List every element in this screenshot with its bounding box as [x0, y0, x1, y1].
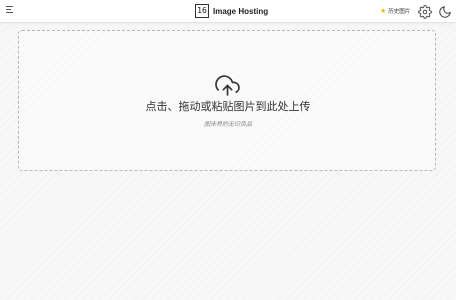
- menu-icon[interactable]: [6, 6, 15, 16]
- upload-tagline: 图床界的无印良品: [203, 121, 252, 128]
- history-images-link[interactable]: ★ 历史图片: [380, 6, 410, 16]
- gear-icon: [418, 5, 432, 19]
- top-bar: 16 Image Hosting ★ 历史图片: [0, 0, 456, 23]
- brand[interactable]: 16 Image Hosting: [195, 4, 268, 18]
- moon-icon: [439, 6, 451, 18]
- cloud-upload-icon: [215, 75, 240, 96]
- logo: 16: [195, 4, 209, 18]
- upload-instructions: 点击、拖动或粘贴图片到此处上传: [145, 100, 311, 113]
- history-images-label: 历史图片: [388, 9, 411, 15]
- settings-button[interactable]: [418, 4, 432, 19]
- site-title: Image Hosting: [213, 6, 269, 16]
- theme-toggle-button[interactable]: [438, 4, 452, 18]
- star-icon: ★: [380, 7, 387, 15]
